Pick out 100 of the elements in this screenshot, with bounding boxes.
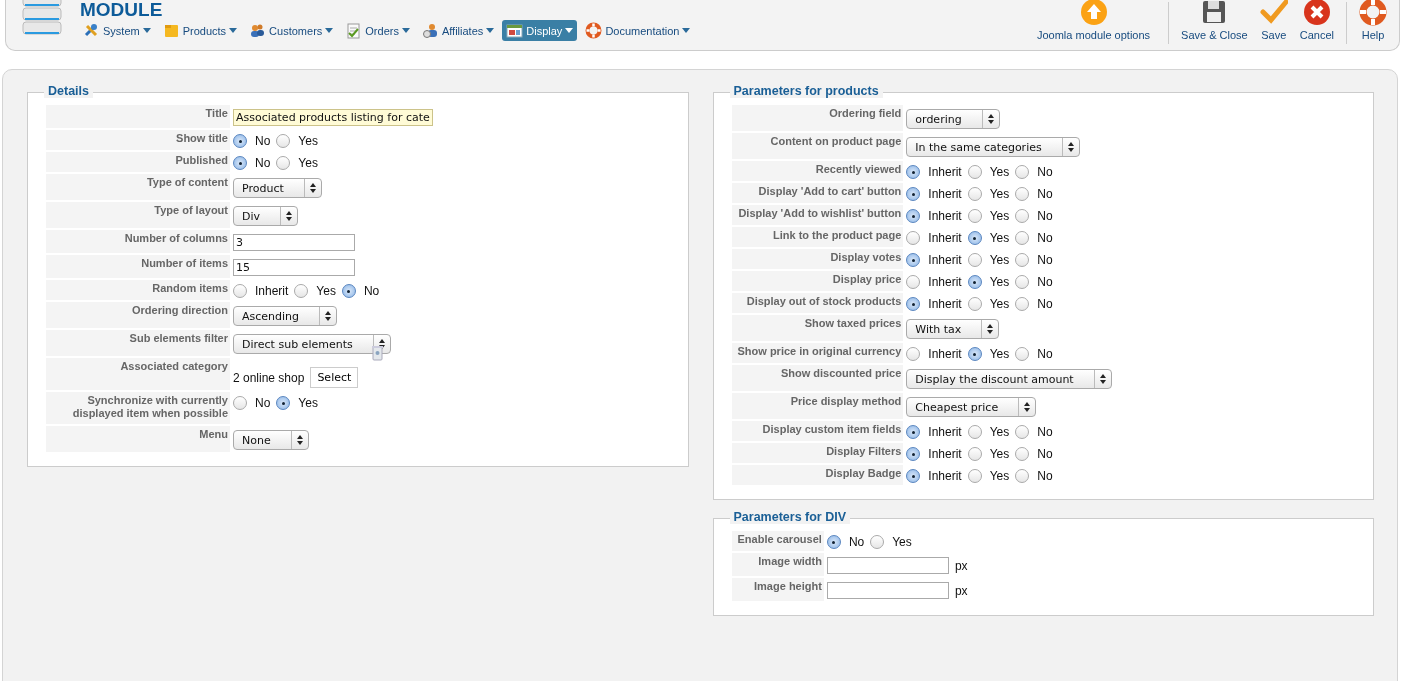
radio-option[interactable]: Inherit [906,425,962,439]
dropdown[interactable]: Product [233,178,322,198]
toolbar-button[interactable]: Joomla module options [1032,2,1155,44]
radio-option[interactable]: No [1015,209,1053,223]
text-field[interactable]: 15 [233,259,355,276]
people-icon [249,22,267,39]
radio-option[interactable]: Inherit [906,231,962,245]
text-field[interactable]: Associated products listing for cate [233,109,433,126]
radio-option[interactable]: No [233,396,271,410]
radio-option[interactable]: Yes [967,253,1010,267]
sort-arrows-icon [378,339,385,349]
radio-option[interactable]: Yes [967,231,1010,245]
radio-option[interactable]: Inherit [906,297,962,311]
radio-option[interactable]: Yes [967,165,1010,179]
people-icon [421,22,439,39]
radio-option[interactable]: Inherit [906,209,962,223]
radio-option[interactable]: No [1015,469,1053,483]
radio-option[interactable]: Yes [967,447,1010,461]
menu-item[interactable]: Customers [245,20,338,41]
field-label: Content on product page [731,133,904,159]
menu-item[interactable]: Documentation [581,20,695,41]
sort-arrows-icon [296,435,303,445]
folder-icon [162,22,180,39]
radio-option[interactable]: Inherit [233,284,289,298]
radio-option[interactable]: Yes [294,284,336,298]
radio-option[interactable]: No [1015,425,1053,439]
sort-arrows-icon [987,324,994,334]
field-label: Display 'Add to cart' button [731,183,904,203]
radio-option[interactable]: Yes [967,297,1010,311]
dropdown[interactable]: Cheapest price [906,397,1037,417]
dropdown[interactable]: ordering [906,109,1000,129]
radio-option[interactable]: No [1015,275,1053,289]
radio-option[interactable]: Yes [967,187,1010,201]
dropdown[interactable]: None [233,430,309,450]
radio-option[interactable]: Yes [276,396,318,410]
radio-option[interactable]: No [1015,187,1053,201]
radio-option[interactable]: Yes [276,156,318,170]
field-label: Price display method [731,393,904,419]
radio-option[interactable]: No [233,156,271,170]
radio-option[interactable]: Yes [967,425,1010,439]
text-field[interactable] [826,557,949,574]
radio-option[interactable]: No [233,134,271,148]
section-title: Details [44,84,93,98]
lifebuoy-icon [585,22,603,39]
radio-option[interactable]: Inherit [906,165,962,179]
caret-icon [682,28,691,33]
field-label: Display 'Add to wishlist' button [731,205,904,225]
menu-item[interactable]: Orders [341,20,414,41]
caret-icon [401,28,410,33]
radio-option[interactable]: Yes [967,209,1010,223]
radio-option[interactable]: No [1015,297,1053,311]
text-field[interactable] [826,582,949,599]
field-label: Recently viewed [731,161,904,181]
field-label: Synchronize with currently displayed item when possible [46,392,230,424]
text-field[interactable]: 3 [233,234,355,251]
toolbar-button[interactable]: Help [1355,2,1391,44]
field-label: Display out of stock products [731,293,904,313]
field-label: Image height [731,578,824,601]
checkmark-icon [1259,0,1288,26]
caret-icon [142,28,151,33]
menu-item[interactable]: Affiliates [417,20,499,41]
sort-arrows-icon [987,114,994,124]
dropdown[interactable]: Ascending [233,306,338,326]
dropdown[interactable]: Div [233,206,299,226]
menu-item[interactable]: System [79,20,155,41]
toolbar-button[interactable]: Save & Close [1177,2,1252,44]
radio-option[interactable]: No [1015,165,1053,179]
field-label: Link to the product page [731,227,904,247]
radio-option[interactable]: Inherit [906,253,962,267]
radio-option[interactable]: No [826,535,865,549]
radio-option[interactable]: No [1015,447,1053,461]
menu-item[interactable]: Products [158,20,242,41]
toolbar-button[interactable]: Save [1255,2,1292,44]
radio-option[interactable]: Inherit [906,469,962,483]
unit-label: px [954,583,968,598]
radio-option[interactable]: Inherit [906,347,962,361]
radio-option[interactable]: No [341,284,380,298]
radio-option[interactable]: Yes [870,535,912,549]
radio-option[interactable]: No [1015,347,1053,361]
menu-item[interactable]: Display [502,20,578,41]
dropdown[interactable]: Direct sub elements [233,334,391,354]
radio-option[interactable]: Yes [967,469,1010,483]
field-label: Display price [731,271,904,291]
toolbar-button[interactable]: Cancel [1295,2,1338,44]
radio-option[interactable]: Inherit [906,447,962,461]
dropdown[interactable]: With tax [906,319,1000,339]
dropdown[interactable]: Display the discount amount [906,369,1112,389]
radio-option[interactable]: Yes [967,275,1010,289]
radio-option[interactable]: No [1015,231,1053,245]
field-label: Image width [731,553,824,576]
field-label: Display votes [731,249,904,269]
radio-option[interactable]: Yes [967,347,1010,361]
section-title: Parameters for products [729,84,883,98]
radio-option[interactable]: No [1015,253,1053,267]
radio-option[interactable]: Inherit [906,275,962,289]
radio-option[interactable]: Yes [276,134,318,148]
radio-option[interactable]: Inherit [906,187,962,201]
select-button[interactable]: Select [310,367,359,388]
dropdown[interactable]: In the same categories [906,137,1080,157]
trash-icon[interactable] [372,345,384,361]
